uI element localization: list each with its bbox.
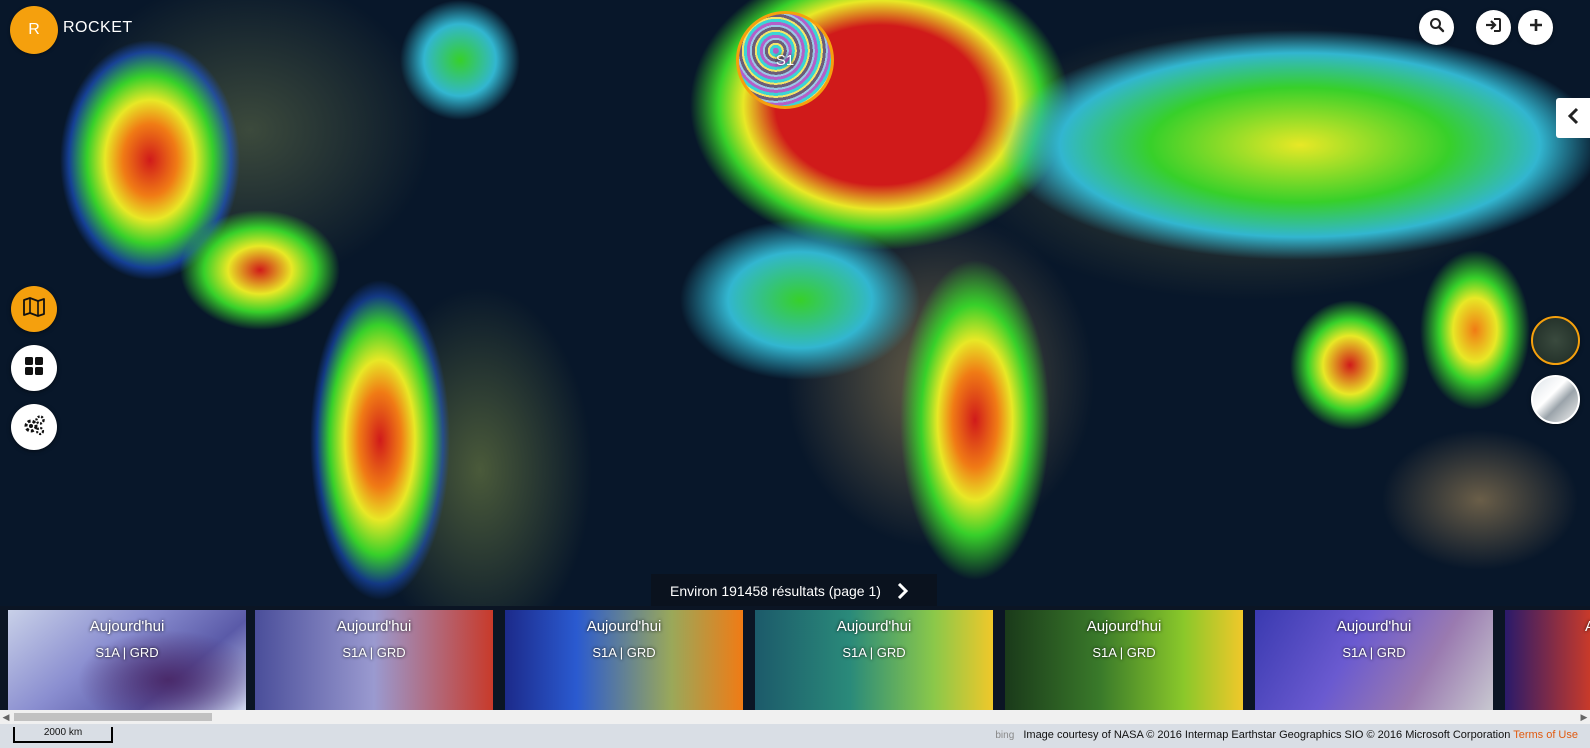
brand-name[interactable]: ROCKET bbox=[63, 19, 133, 37]
map-footer: 2000 km bing Image courtesy of NASA © 20… bbox=[0, 724, 1590, 748]
map-icon bbox=[22, 296, 46, 323]
heat-blob bbox=[680, 220, 920, 380]
sign-in-icon bbox=[1485, 17, 1502, 38]
map-view-button[interactable] bbox=[11, 286, 57, 332]
heat-blob bbox=[400, 0, 520, 120]
card-meta: S1A | GRD bbox=[1342, 645, 1406, 660]
grid-view-button[interactable] bbox=[11, 345, 57, 391]
card-date: Aujourd'hui bbox=[1336, 618, 1412, 635]
card-date: Aujourd'hui bbox=[836, 618, 912, 635]
result-card[interactable]: A bbox=[1505, 610, 1590, 710]
plus-icon bbox=[1529, 18, 1543, 37]
grid-icon bbox=[24, 356, 44, 381]
result-card[interactable]: Aujourd'hui S1A | GRD bbox=[1005, 610, 1243, 710]
horizontal-scrollbar[interactable]: ◀ ▶ bbox=[0, 710, 1590, 724]
app-logo[interactable]: R bbox=[10, 6, 58, 54]
mission-marker-label: S1 bbox=[775, 51, 795, 69]
chevron-right-icon bbox=[897, 582, 909, 599]
result-card[interactable]: Aujourd'hui S1A | GRD bbox=[8, 610, 246, 710]
search-icon bbox=[1429, 17, 1445, 38]
login-button[interactable] bbox=[1476, 10, 1511, 45]
results-count: Environ 191458 résultats (page 1) bbox=[670, 582, 881, 599]
search-button[interactable] bbox=[1419, 10, 1454, 45]
heat-blob bbox=[900, 260, 1050, 580]
layer-thumbnail-active[interactable] bbox=[1531, 316, 1580, 365]
attribution: bing Image courtesy of NASA © 2016 Inter… bbox=[995, 729, 1578, 741]
heat-blob bbox=[180, 210, 340, 330]
result-card[interactable]: Aujourd'hui S1A | GRD bbox=[1255, 610, 1493, 710]
heat-blob bbox=[1290, 300, 1410, 430]
result-card[interactable]: Aujourd'hui S1A | GRD bbox=[255, 610, 493, 710]
gears-icon bbox=[22, 414, 46, 441]
add-button[interactable] bbox=[1518, 10, 1553, 45]
next-page-button[interactable] bbox=[897, 582, 909, 599]
settings-button[interactable] bbox=[11, 404, 57, 450]
card-meta: S1A | GRD bbox=[592, 645, 656, 660]
results-bar: Environ 191458 résultats (page 1) bbox=[651, 574, 937, 607]
card-date: A bbox=[1585, 618, 1590, 635]
terms-of-use-link[interactable]: Terms of Use bbox=[1513, 729, 1578, 741]
card-meta: S1A | GRD bbox=[342, 645, 406, 660]
card-meta: S1A | GRD bbox=[842, 645, 906, 660]
results-strip[interactable]: Aujourd'hui S1A | GRD Aujourd'hui S1A | … bbox=[0, 606, 1590, 710]
heat-blob bbox=[1000, 30, 1590, 260]
card-date: Aujourd'hui bbox=[336, 618, 412, 635]
layer-thumbnail[interactable] bbox=[1531, 375, 1580, 424]
mission-marker-s1[interactable]: S1 bbox=[736, 11, 834, 109]
chevron-left-icon bbox=[1567, 107, 1579, 130]
map-scale: 2000 km bbox=[13, 727, 113, 743]
scroll-thumb[interactable] bbox=[14, 713, 212, 721]
result-card[interactable]: Aujourd'hui S1A | GRD bbox=[505, 610, 743, 710]
heat-blob bbox=[310, 280, 450, 600]
bing-logo: bing bbox=[995, 730, 1015, 741]
card-meta: S1A | GRD bbox=[1092, 645, 1156, 660]
card-date: Aujourd'hui bbox=[1086, 618, 1162, 635]
card-meta: S1A | GRD bbox=[95, 645, 159, 660]
card-date: Aujourd'hui bbox=[586, 618, 662, 635]
panel-collapse-button[interactable] bbox=[1556, 98, 1590, 138]
card-date: Aujourd'hui bbox=[89, 618, 165, 635]
scroll-left-icon[interactable]: ◀ bbox=[0, 710, 12, 724]
heat-blob bbox=[1420, 250, 1530, 410]
attribution-text: Image courtesy of NASA © 2016 Intermap E… bbox=[1023, 729, 1511, 741]
result-card[interactable]: Aujourd'hui S1A | GRD bbox=[755, 610, 993, 710]
scroll-right-icon[interactable]: ▶ bbox=[1578, 710, 1590, 724]
